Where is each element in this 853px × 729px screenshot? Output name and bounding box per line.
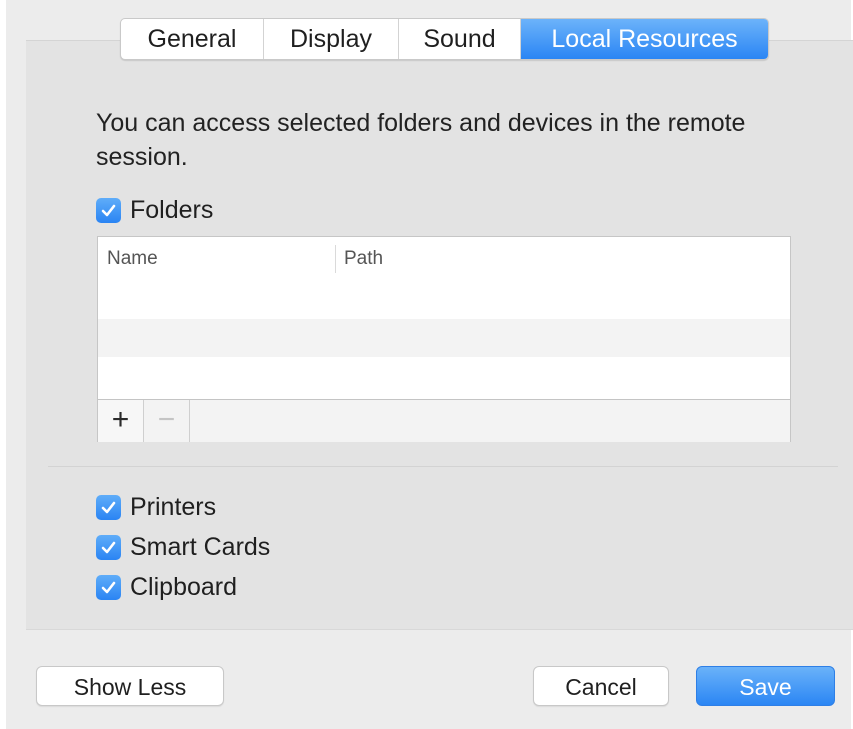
divider xyxy=(48,466,838,467)
smart-cards-checkbox-row[interactable]: Smart Cards xyxy=(96,531,270,563)
folders-label: Folders xyxy=(130,195,214,224)
tab-general[interactable]: General xyxy=(121,19,264,59)
table-row[interactable] xyxy=(98,357,790,395)
tab-local-resources[interactable]: Local Resources xyxy=(521,19,768,59)
description-text: You can access selected folders and devi… xyxy=(96,109,746,171)
table-footer: + − xyxy=(98,399,790,442)
save-button[interactable]: Save xyxy=(696,666,835,706)
column-divider[interactable] xyxy=(335,245,336,273)
printers-label: Printers xyxy=(130,492,217,521)
checkmark-icon xyxy=(101,204,116,216)
table-header: Name Path xyxy=(98,237,790,282)
minus-icon: − xyxy=(157,403,176,436)
printers-checkbox[interactable] xyxy=(96,494,121,520)
smart-cards-checkbox[interactable] xyxy=(96,534,121,560)
cancel-button[interactable]: Cancel xyxy=(533,666,669,706)
clipboard-checkbox-row[interactable]: Clipboard xyxy=(96,571,237,603)
checkmark-icon xyxy=(101,501,116,513)
table-row[interactable] xyxy=(98,319,790,357)
tab-display[interactable]: Display xyxy=(264,19,399,59)
clipboard-label: Clipboard xyxy=(130,572,238,601)
printers-checkbox-row[interactable]: Printers xyxy=(96,491,216,523)
smart-cards-label: Smart Cards xyxy=(130,532,271,561)
remove-folder-button[interactable]: − xyxy=(144,400,190,442)
table-row[interactable] xyxy=(98,281,790,319)
preferences-window: General Display Sound Local Resources Yo… xyxy=(6,0,853,729)
column-header-path[interactable]: Path xyxy=(344,237,383,281)
show-less-button[interactable]: Show Less xyxy=(36,666,224,706)
tab-sound[interactable]: Sound xyxy=(399,19,521,59)
add-folder-button[interactable]: + xyxy=(98,400,144,442)
tab-bar: General Display Sound Local Resources xyxy=(120,18,769,60)
checkmark-icon xyxy=(101,581,116,593)
folders-checkbox[interactable] xyxy=(96,197,121,223)
plus-icon: + xyxy=(111,403,130,436)
folders-checkbox-row[interactable]: Folders xyxy=(96,194,213,226)
clipboard-checkbox[interactable] xyxy=(96,574,121,600)
checkmark-icon xyxy=(101,541,116,553)
folders-table: Name Path + − xyxy=(97,236,791,442)
column-header-name[interactable]: Name xyxy=(107,237,158,281)
